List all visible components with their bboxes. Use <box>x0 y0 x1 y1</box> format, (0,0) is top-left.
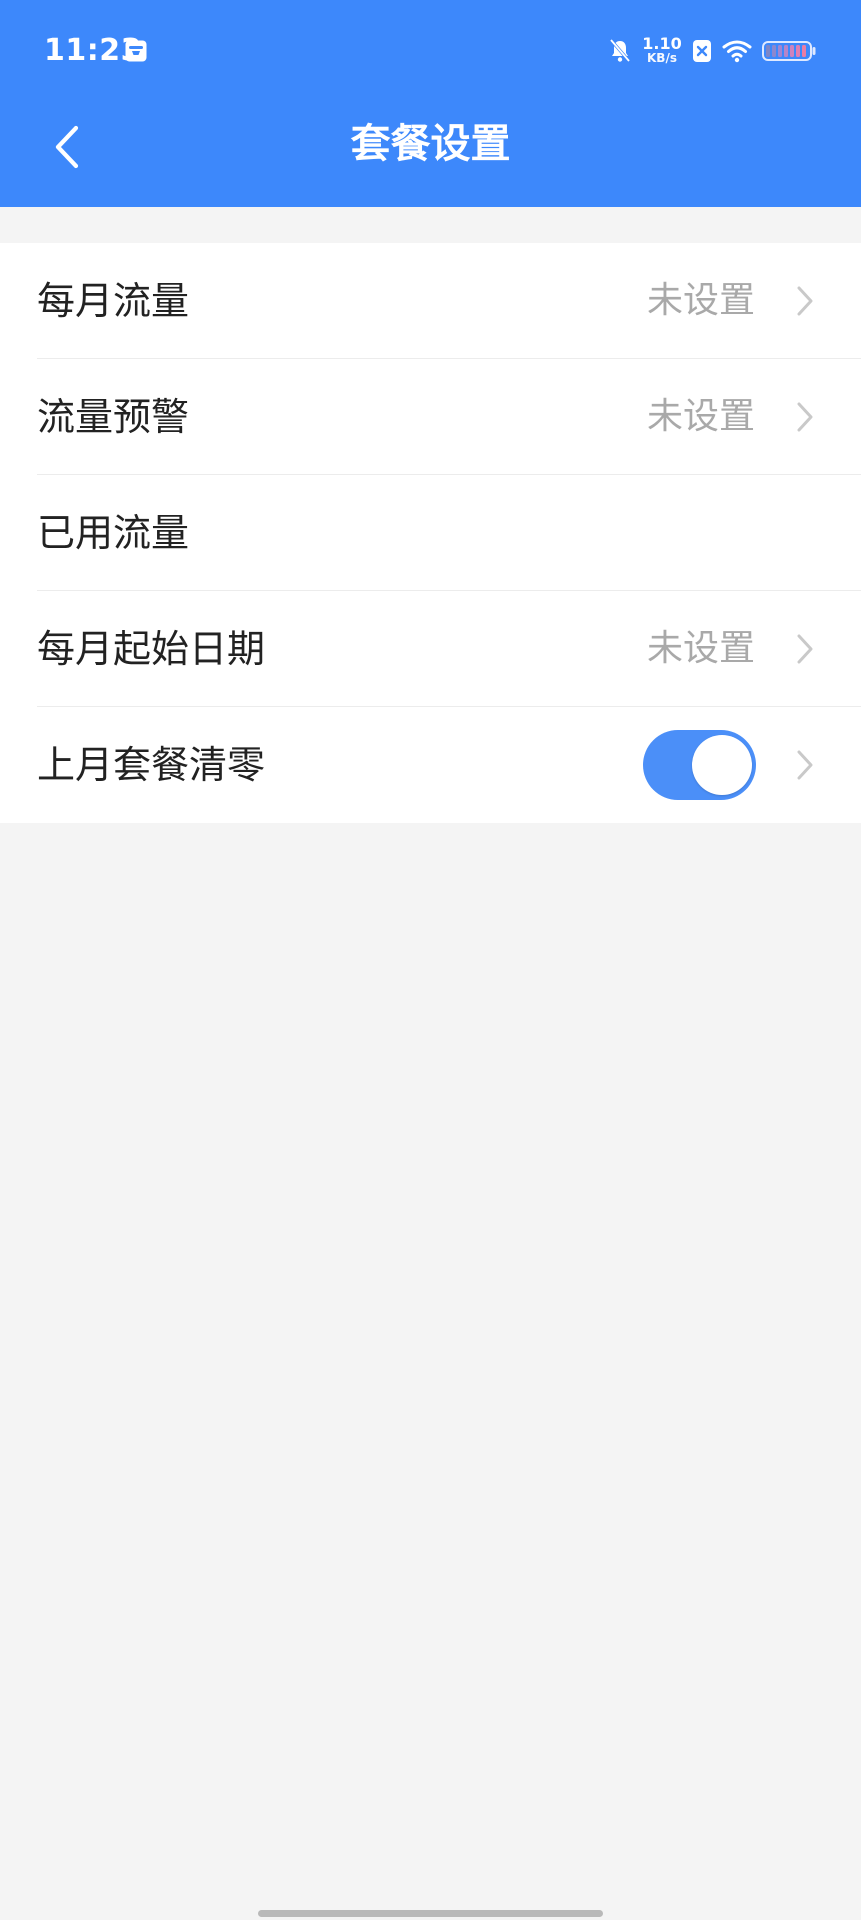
chevron-right-icon <box>797 750 813 780</box>
navigation-bar: 套餐设置 <box>0 100 861 207</box>
toggle-knob <box>692 735 752 795</box>
page-title: 套餐设置 <box>350 121 511 167</box>
settings-row-data-alert[interactable]: 流量预警 未设置 <box>37 359 861 475</box>
settings-list: 每月流量 未设置 流量预警 未设置 已用流量 每月起始日期 未设置 上月套餐清零 <box>0 243 861 823</box>
settings-row-start-date[interactable]: 每月起始日期 未设置 <box>37 591 861 707</box>
chevron-right-icon <box>797 286 813 316</box>
settings-row-used-data[interactable]: 已用流量 <box>37 475 861 591</box>
row-label: 每月起始日期 <box>37 627 266 671</box>
row-label: 每月流量 <box>37 279 190 323</box>
status-icons: 1.10 KB/s <box>608 30 816 72</box>
settings-row-monthly-data[interactable]: 每月流量 未设置 <box>37 243 861 359</box>
row-value: 未设置 <box>646 280 755 321</box>
bell-muted-icon <box>609 38 631 63</box>
wifi-icon <box>722 40 752 63</box>
row-label: 流量预警 <box>37 395 190 439</box>
row-value: 未设置 <box>646 396 755 437</box>
reset-toggle[interactable] <box>643 730 756 800</box>
settings-row-reset-last-month[interactable]: 上月套餐清零 <box>37 707 861 823</box>
status-bar: 11:23 1.10 KB/s <box>0 0 861 100</box>
home-indicator[interactable] <box>258 1910 603 1917</box>
calendar-icon <box>125 40 147 62</box>
battery-icon <box>762 41 816 61</box>
network-speed-unit: KB/s <box>647 51 677 65</box>
x-box-icon <box>693 40 711 62</box>
row-label: 已用流量 <box>37 511 190 555</box>
chevron-right-icon <box>797 634 813 664</box>
app-header: 11:23 1.10 KB/s 套餐设置 <box>0 0 861 207</box>
row-value: 未设置 <box>646 628 755 669</box>
network-speed: 1.10 KB/s <box>642 36 682 66</box>
row-label: 上月套餐清零 <box>37 743 266 787</box>
chevron-right-icon <box>797 402 813 432</box>
network-speed-value: 1.10 <box>642 34 682 53</box>
